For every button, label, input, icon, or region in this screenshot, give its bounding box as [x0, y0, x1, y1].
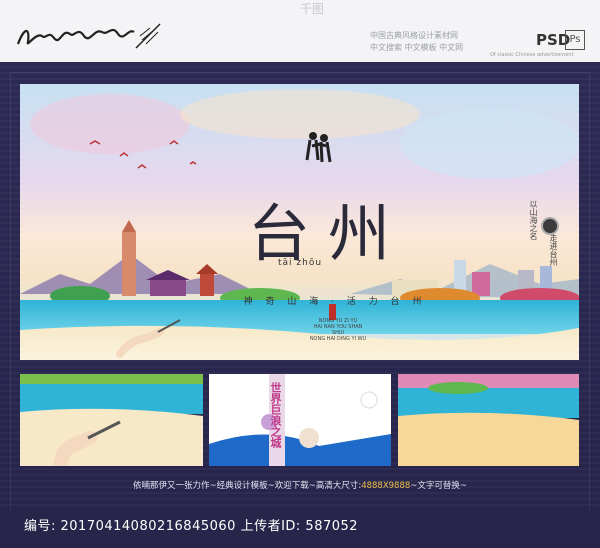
photoshop-icon: Ps	[565, 30, 585, 50]
vertical-slogan-1: 以山海之名	[529, 200, 538, 240]
thumbnail-tower-detail: 世界巨浪之城	[209, 374, 391, 466]
caption: 依喃那伊又一张力作~经典设计模板~欢迎下载~高清大尺寸:4888X9888~文字…	[0, 479, 600, 491]
hero-label: NONG YU ZI YU HAI NAN YOU SHAN SHUI NONG…	[308, 318, 368, 342]
banner-line-1: 中国古典风格设计素材网	[370, 31, 458, 40]
thumbnail-beach-hand	[20, 374, 203, 466]
hero-image: 台州 tāi zhōu 神 奇 山 海 · 活 力 台 州 以山海之名 走进台州…	[20, 84, 579, 360]
caption-part-2: ~文字可替换~	[410, 481, 468, 491]
hero-pinyin: tāi zhōu	[278, 258, 323, 268]
caption-part-1: 依喃那伊又一张力作~经典设计模板~欢迎下载~高清大尺寸:	[132, 481, 362, 491]
caption-dims: 4888X9888	[361, 481, 411, 491]
thumbnail-vertical-text: 世界巨浪之城	[269, 382, 282, 448]
hero-label-line: NONG HAI DING YI WU	[309, 336, 367, 342]
ad-label: Of classic Chinese advertisement	[490, 52, 574, 58]
footer-text: 编号: 20170414080216845060 上传者ID: 587052	[24, 519, 359, 534]
signature-logo	[16, 23, 161, 49]
watermark: 千图	[300, 2, 325, 16]
banner-lines: 中国古典风格设计素材网 中文搜索 中文模板 中文网	[370, 30, 530, 54]
hero-title: 台州	[247, 197, 408, 270]
seal-icon	[541, 217, 559, 235]
hero-label-line: HAI NAN YOU SHAN SHUI	[313, 324, 363, 336]
vertical-slogan-2: 走进台州	[549, 234, 558, 266]
top-banner: 千图 中国古典风格设计素材网 中文搜索 中文模板 中文网 PSD Ps Of c…	[0, 0, 600, 62]
thumbnail-beach-waves	[398, 374, 579, 466]
